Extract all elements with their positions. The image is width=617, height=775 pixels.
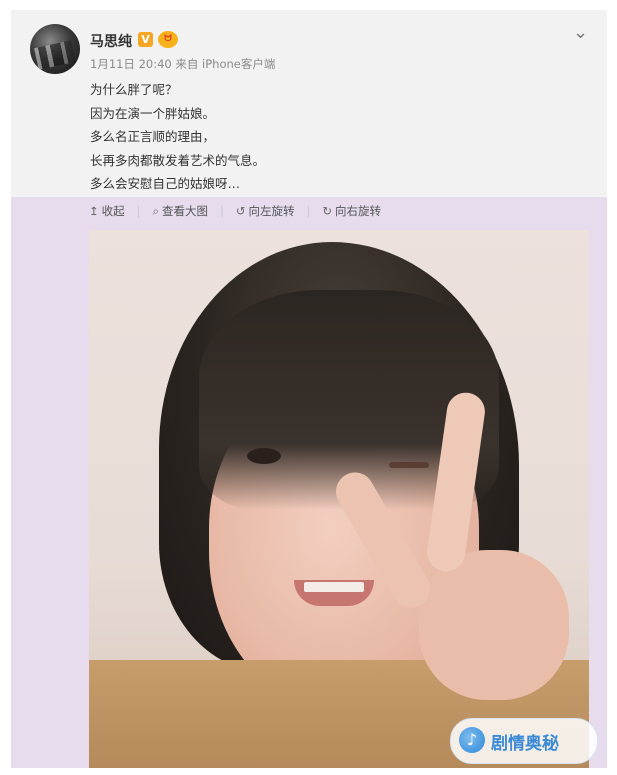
post-line: 因为在演一个胖姑娘。 — [90, 105, 216, 121]
rotate-left-label: 向左旋转 — [248, 204, 295, 218]
photo-teeth — [304, 582, 364, 592]
toolbar-divider: | — [306, 204, 311, 218]
view-large-button[interactable]: ⌕ 查看大图 — [153, 203, 208, 219]
rotate-right-label: 向右旋转 — [335, 204, 381, 218]
post-photo[interactable] — [89, 230, 589, 768]
collapse-icon: ↥ — [89, 204, 99, 218]
photo-eye-closed — [389, 462, 429, 468]
post-line: 长再多肉都散发着艺术的气息。 — [90, 152, 266, 168]
weibo-post-card: 马思纯 V ᗢ ⌄ 1月11日 20:40 来自 iPhone客户端 为什么胖了… — [11, 10, 607, 768]
toolbar-divider: | — [136, 204, 141, 218]
post-line: 多么会安慰自己的姑娘呀… — [90, 176, 241, 191]
chevron-down-icon[interactable]: ⌄ — [573, 24, 588, 42]
photo-hand-palm — [419, 550, 569, 700]
image-toolbar: ↥ 收起 | ⌕ 查看大图 | ↺ 向左旋转 | ↻ 向右旋转 — [89, 203, 393, 219]
collapse-button[interactable]: ↥ 收起 — [89, 203, 125, 219]
toolbar-divider: | — [219, 204, 224, 218]
rotate-left-icon: ↺ — [235, 204, 246, 218]
post-content: 为什么胖了呢？ 因为在演一个胖姑娘。 多么名正言顺的理由， 长再多肉都散发着艺术… — [90, 78, 265, 196]
avatar[interactable] — [30, 24, 80, 74]
rotate-right-button[interactable]: ↻ 向右旋转 — [322, 203, 381, 219]
rotate-right-icon: ↻ — [322, 204, 332, 218]
post-line: 为什么胖了呢？ — [90, 82, 178, 97]
verified-badge-icon: V — [138, 32, 153, 47]
watermark-text: 剧情奥秘 — [491, 734, 559, 754]
watermark-logo-icon: ♪ — [459, 727, 485, 753]
post-header: 马思纯 V ᗢ ⌄ 1月11日 20:40 来自 iPhone客户端 为什么胖了… — [11, 10, 607, 195]
vip-badge-icon: ᗢ — [158, 31, 178, 48]
rotate-left-button[interactable]: ↺ 向左旋转 — [236, 203, 295, 219]
username[interactable]: 马思纯 — [90, 31, 132, 51]
photo-eye — [247, 448, 281, 464]
view-large-label: 查看大图 — [161, 204, 208, 218]
collapse-label: 收起 — [101, 204, 125, 218]
post-line: 多么名正言顺的理由， — [90, 129, 216, 144]
search-icon: ⌕ — [152, 204, 159, 218]
media-panel: ↥ 收起 | ⌕ 查看大图 | ↺ 向左旋转 | ↻ 向右旋转 — [11, 197, 607, 768]
post-meta: 1月11日 20:40 来自 iPhone客户端 — [90, 57, 276, 71]
watermark: ♪ 剧情奥秘 — [450, 718, 598, 764]
